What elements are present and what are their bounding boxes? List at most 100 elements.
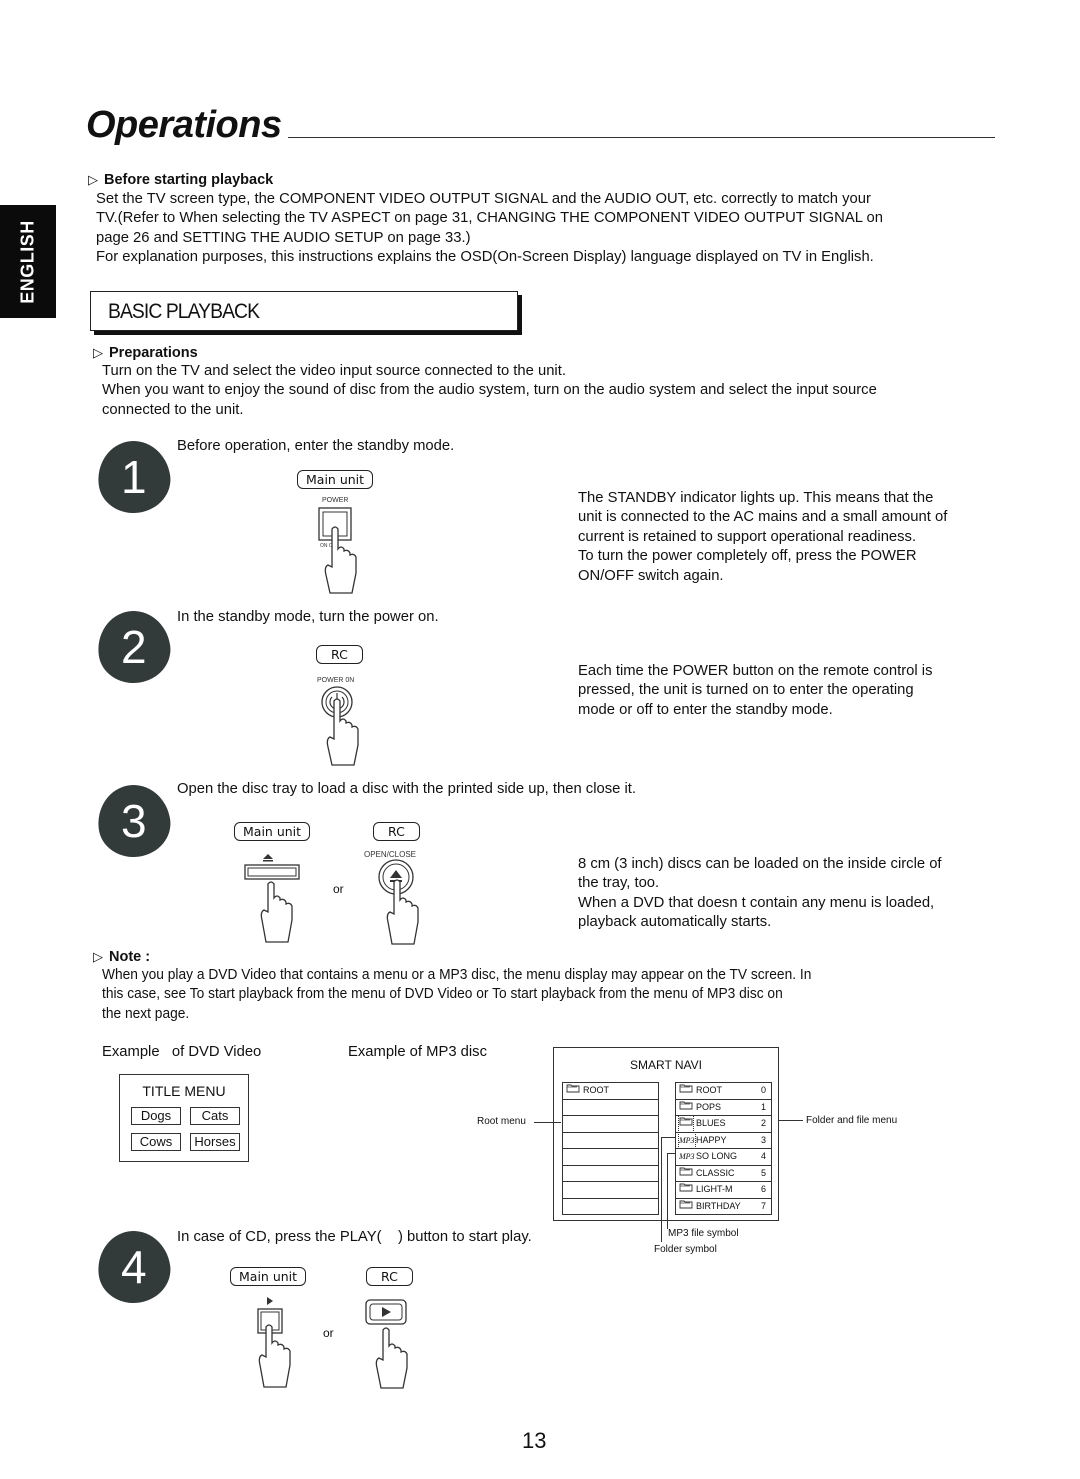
file-menu-list: ROOT 0 POPS 1 BLUES 2 MP3 HAPPY 3 MP3 SO LONG 4 CLAS… bbox=[675, 1082, 772, 1215]
preparations-text: Turn on the TV and select the video inpu… bbox=[102, 363, 877, 418]
step-2-instruction: In the standby mode, turn the power on. bbox=[177, 609, 439, 625]
folder-file-menu-callout: Folder and file menu bbox=[806, 1115, 898, 1126]
bullet-icon: ▷ bbox=[93, 345, 103, 360]
title-rule bbox=[288, 137, 995, 138]
hand-pointer-icon bbox=[260, 881, 293, 943]
eject-icon bbox=[263, 854, 273, 862]
hand-pointer-icon bbox=[375, 1327, 408, 1389]
folder-icon bbox=[679, 1167, 693, 1175]
step-2-number: 2 bbox=[93, 606, 175, 688]
rc-label: RC bbox=[373, 822, 420, 841]
or-label: or bbox=[323, 1326, 334, 1340]
dvd-title-menu: TITLE MENU Dogs Cats Cows Horses bbox=[119, 1074, 249, 1162]
folder-icon bbox=[679, 1166, 693, 1182]
navi-list-item[interactable]: POPS 1 bbox=[676, 1100, 771, 1116]
step-4-instruction: In case of CD, press the PLAY( ) button … bbox=[177, 1229, 532, 1245]
language-tab: ENGLISH bbox=[0, 205, 56, 318]
item-name: LIGHT-M bbox=[696, 1184, 733, 1194]
note-heading: ▷ Note : bbox=[93, 949, 151, 965]
rc-open-close-illustration bbox=[378, 859, 419, 945]
step-1-instruction: Before operation, enter the standby mode… bbox=[177, 438, 455, 454]
navi-list-item[interactable]: BLUES 2 bbox=[676, 1115, 771, 1133]
navi-list-item[interactable]: MP3 HAPPY 3 bbox=[676, 1131, 771, 1149]
step-2-notes: Each time the POWER button on the remote… bbox=[578, 663, 933, 718]
smart-navi-screen: SMART NAVI ROOT ROOT 0 POPS 1 BLUES 2 MP3 HAPPY… bbox=[553, 1047, 779, 1221]
or-label: or bbox=[333, 882, 344, 896]
power-caption: POWER bbox=[322, 497, 349, 504]
navi-list-item[interactable]: ROOT bbox=[563, 1083, 658, 1100]
rc-label: RC bbox=[366, 1267, 413, 1286]
power-switch-illustration: ON OFF bbox=[318, 507, 357, 594]
navi-list-item[interactable] bbox=[563, 1133, 658, 1149]
item-index: 2 bbox=[760, 1118, 766, 1128]
main-unit-label: Main unit bbox=[297, 470, 374, 489]
language-tab-label: ENGLISH bbox=[17, 219, 38, 304]
mp3-file-icon: MP3 bbox=[678, 1131, 696, 1149]
item-name: BLUES bbox=[696, 1118, 726, 1128]
step-3-number: 3 bbox=[93, 780, 175, 862]
mp3-symbol-callout-line bbox=[667, 1153, 668, 1229]
navi-list-item[interactable]: LIGHT-M 6 bbox=[676, 1182, 771, 1199]
folder-icon bbox=[679, 1199, 693, 1215]
folder-icon bbox=[679, 1084, 693, 1093]
mp3-symbol-callout: MP3 file symbol bbox=[668, 1228, 739, 1239]
bullet-icon: ▷ bbox=[88, 172, 98, 187]
mp3-file-icon: MP3 bbox=[679, 1152, 695, 1161]
main-unit-play-illustration bbox=[257, 1297, 291, 1388]
folder-icon bbox=[679, 1183, 693, 1192]
item-name: POPS bbox=[696, 1101, 722, 1112]
navi-list-item[interactable] bbox=[563, 1100, 658, 1116]
navi-list-item[interactable] bbox=[563, 1116, 658, 1133]
main-unit-eject-illustration bbox=[244, 854, 300, 943]
item-index: 1 bbox=[760, 1101, 766, 1112]
main-unit-label: Main unit bbox=[234, 822, 311, 841]
navi-list-item[interactable] bbox=[563, 1182, 658, 1199]
item-index: 0 bbox=[760, 1085, 766, 1095]
menu-button-cats[interactable]: Cats bbox=[190, 1107, 240, 1125]
item-index: 6 bbox=[760, 1184, 766, 1194]
step-3-notes: 8 cm (3 inch) discs can be loaded on the… bbox=[578, 856, 942, 931]
step-1-number: 1 bbox=[93, 436, 175, 518]
folder-icon bbox=[679, 1117, 693, 1126]
navi-list-item[interactable]: MP3 SO LONG 4 bbox=[676, 1149, 771, 1166]
root-menu-list: ROOT bbox=[562, 1082, 659, 1215]
menu-button-horses[interactable]: Horses bbox=[190, 1133, 240, 1151]
navi-list-item[interactable]: ROOT 0 bbox=[676, 1083, 771, 1100]
menu-button-cows[interactable]: Cows bbox=[131, 1133, 181, 1151]
item-name: SO LONG bbox=[696, 1151, 738, 1161]
item-name: ROOT bbox=[583, 1085, 609, 1095]
hand-pointer-icon bbox=[258, 1324, 291, 1388]
folder-icon bbox=[678, 1115, 694, 1133]
item-name: BIRTHDAY bbox=[696, 1200, 741, 1211]
navi-list-item[interactable]: CLASSIC 5 bbox=[676, 1166, 771, 1182]
section-title: BASIC PLAYBACK bbox=[108, 300, 260, 323]
smart-navi-title: SMART NAVI bbox=[629, 1058, 703, 1072]
play-icon bbox=[267, 1297, 273, 1305]
folder-icon bbox=[679, 1083, 693, 1099]
navi-list-item[interactable] bbox=[563, 1166, 658, 1182]
navi-list-item[interactable]: BIRTHDAY 7 bbox=[676, 1199, 771, 1215]
main-unit-label: Main unit bbox=[230, 1267, 307, 1286]
power-on-caption: POWER 0N bbox=[317, 677, 355, 684]
step-1-notes: The STANDBY indicator lights up. This me… bbox=[578, 490, 948, 584]
folder-symbol-callout: Folder symbol bbox=[654, 1244, 717, 1255]
item-name: CLASSIC bbox=[696, 1167, 735, 1178]
folder-symbol-callout-line bbox=[661, 1137, 662, 1242]
page-title: Operations bbox=[86, 104, 282, 146]
navi-list-item[interactable] bbox=[563, 1199, 658, 1215]
preparations-heading: ▷ Preparations bbox=[93, 345, 198, 361]
menu-button-dogs[interactable]: Dogs bbox=[131, 1107, 181, 1125]
item-index: 3 bbox=[760, 1134, 766, 1145]
folder-icon bbox=[679, 1101, 693, 1109]
rc-play-illustration bbox=[365, 1299, 408, 1389]
item-name: HAPPY bbox=[696, 1134, 727, 1145]
note-text: When you play a DVD Video that contains … bbox=[102, 967, 812, 1022]
item-name: ROOT bbox=[696, 1085, 722, 1095]
folder-icon bbox=[679, 1200, 693, 1208]
item-index: 5 bbox=[760, 1167, 766, 1178]
item-index: 7 bbox=[760, 1200, 766, 1211]
navi-list-item[interactable] bbox=[563, 1149, 658, 1166]
folder-icon bbox=[679, 1100, 693, 1116]
rc-power-illustration bbox=[321, 686, 359, 766]
folder-icon bbox=[566, 1083, 580, 1099]
